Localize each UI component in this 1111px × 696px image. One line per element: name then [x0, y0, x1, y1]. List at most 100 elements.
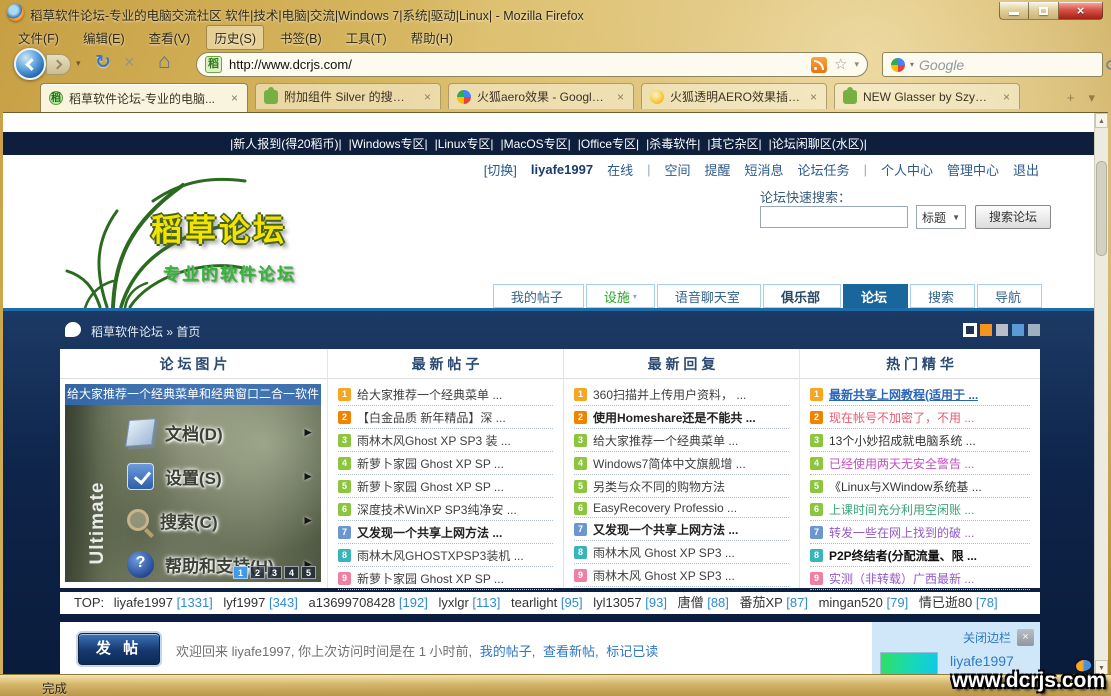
slideshow-caption[interactable]: 给大家推荐一个经典菜单和经典窗口二合一软件	[65, 384, 321, 405]
quick-search-input[interactable]	[760, 206, 908, 228]
thread-title-link[interactable]: 新萝卜家园 Ghost XP SP ...	[357, 478, 504, 495]
thread-title-link[interactable]: 雨林木风 Ghost XP SP3 ...	[593, 544, 735, 561]
browser-tab[interactable]: NEW Glasser by Szyme... ×	[834, 83, 1020, 109]
new-tab-button[interactable]: +	[1067, 90, 1075, 106]
page-scrollbar[interactable]: ▲ ▼	[1094, 113, 1108, 674]
user-menu-link[interactable]: 论坛任务	[798, 160, 850, 179]
scroll-up-icon[interactable]: ▲	[1095, 113, 1108, 128]
top-user[interactable]: 唐僧 [88]	[678, 595, 729, 610]
slideshow-page-button[interactable]: 5	[301, 566, 316, 579]
thread-title-link[interactable]: 雨林木风 Ghost XP SP3 ...	[593, 567, 735, 584]
scrollbar-thumb[interactable]	[1096, 161, 1107, 256]
thread-list-item[interactable]: 1 给大家推荐一个经典菜单 ...	[338, 383, 553, 406]
thread-list-item[interactable]: 6 上课时间充分利用空闲账 ...	[810, 498, 1030, 521]
tab-close-icon[interactable]: ×	[421, 90, 434, 104]
thread-list-item[interactable]: 9 雨林木风 Ghost XP SP3 ...	[574, 564, 789, 587]
thread-title-link[interactable]: 另类与众不同的购物方法	[593, 478, 725, 495]
forum-logo-title[interactable]: 稻草论坛	[151, 205, 287, 250]
top-user[interactable]: lyxlgr [113]	[438, 595, 500, 610]
close-sidebar-icon[interactable]: ×	[1017, 629, 1034, 646]
thread-list-item[interactable]: 4 已经使用两天无安全警告 ...	[810, 452, 1030, 475]
switch-account-link[interactable]: [切换]	[484, 160, 517, 179]
search-bar[interactable]: ▾	[882, 52, 1103, 77]
thread-title-link[interactable]: 深度技术WinXP SP3纯净安 ...	[357, 501, 517, 518]
slideshow-page-button[interactable]: 4	[284, 566, 299, 579]
thread-list-item[interactable]: 3 雨林木风Ghost XP SP3 装 ...	[338, 429, 553, 452]
forum-section-link[interactable]: |Office专区|	[578, 135, 639, 152]
top-user[interactable]: mingan520 [79]	[819, 595, 909, 610]
thread-list-item[interactable]: 4 Windows7简体中文旗舰增 ...	[574, 452, 789, 475]
tab-close-icon[interactable]: ×	[228, 91, 241, 105]
top-user[interactable]: liyafe1997 [1331]	[114, 595, 213, 610]
thread-title-link[interactable]: 最新共享上网教程(适用于 ...	[829, 386, 978, 403]
thread-list-item[interactable]: 1 360扫描并上传用户资料， ...	[574, 383, 789, 406]
url-bar[interactable]: 稻 ☆ ▾	[196, 52, 868, 77]
forum-section-link[interactable]: |杀毒软件|	[646, 135, 700, 152]
menu-item[interactable]: 查看(V)	[141, 25, 199, 50]
menu-item[interactable]: 工具(T)	[338, 25, 395, 50]
user-menu-link[interactable]: 短消息	[745, 160, 784, 179]
welcome-link[interactable]: 标记已读	[606, 644, 658, 659]
style-switcher-swatch[interactable]	[1012, 324, 1024, 336]
thread-title-link[interactable]: 给大家推荐一个经典菜单 ...	[593, 432, 738, 449]
web-search-input[interactable]	[919, 57, 1101, 73]
thread-list-item[interactable]: 2 【白金品质 新年精品】深 ...	[338, 406, 553, 429]
thread-title-link[interactable]: 给大家推荐一个经典菜单 ...	[357, 386, 502, 403]
thread-list-item[interactable]: 9 实测（非转载）广西最新 ...	[810, 567, 1030, 590]
thread-title-link[interactable]: P2P终结者(分配流量、限 ...	[829, 547, 977, 564]
forum-section-link[interactable]: |MacOS专区|	[501, 135, 571, 152]
thread-list-item[interactable]: 1 最新共享上网教程(适用于 ...	[810, 383, 1030, 406]
user-menu-link[interactable]: 空间	[665, 160, 691, 179]
reload-button[interactable]: ↻	[95, 51, 111, 74]
top-user[interactable]: lyl13057 [93]	[593, 595, 667, 610]
thread-title-link[interactable]: 【白金品质 新年精品】深 ...	[357, 409, 506, 426]
forum-section-link[interactable]: |新人报到(得20稻币)|	[230, 135, 342, 152]
slideshow-page-button[interactable]: 1	[233, 566, 248, 579]
home-button[interactable]: ⌂	[158, 50, 171, 74]
thread-list-item[interactable]: 5 《Linux与XWindow系统基 ...	[810, 475, 1030, 498]
top-user[interactable]: 番茄XP [87]	[740, 595, 808, 610]
tab-close-icon[interactable]: ×	[614, 90, 627, 104]
forward-button[interactable]	[46, 54, 71, 75]
browser-tab[interactable]: 火狐aero效果 - Google ... ×	[448, 83, 634, 109]
thread-title-link[interactable]: 现在帐号不加密了，不用 ...	[829, 409, 974, 426]
menu-item[interactable]: 书签(B)	[272, 25, 330, 50]
user-menu-link[interactable]: 个人中心	[881, 160, 933, 179]
search-magnifier-icon[interactable]	[1106, 60, 1111, 70]
user-menu-link[interactable]: 提醒	[705, 160, 731, 179]
style-switcher-swatch[interactable]	[964, 324, 976, 336]
thread-list-item[interactable]: 5 另类与众不同的购物方法	[574, 475, 789, 498]
thread-list-item[interactable]: 7 转发一些在网上找到的破 ...	[810, 521, 1030, 544]
site-nav-tab[interactable]: 我的帖子	[493, 284, 584, 308]
welcome-link[interactable]: 查看新帖,	[543, 644, 599, 659]
style-switcher-swatch[interactable]	[996, 324, 1008, 336]
thread-list-item[interactable]: 4 新萝卜家园 Ghost XP SP ...	[338, 452, 553, 475]
thread-list-item[interactable]: 2 使用Homeshare还是不能共 ...	[574, 406, 789, 429]
thread-title-link[interactable]: 《Linux与XWindow系统基 ...	[829, 478, 982, 495]
thread-list-item[interactable]: 8 雨林木风 Ghost XP SP3 ...	[574, 541, 789, 564]
thread-title-link[interactable]: 使用Homeshare还是不能共 ...	[593, 409, 756, 426]
menu-item[interactable]: 文件(F)	[10, 25, 67, 50]
thread-list-item[interactable]: 8 P2P终结者(分配流量、限 ...	[810, 544, 1030, 567]
breadcrumb-site[interactable]: 稻草软件论坛	[91, 325, 163, 339]
new-post-button[interactable]: 发 帖	[78, 633, 160, 665]
user-menu-link[interactable]: 退出	[1013, 160, 1039, 179]
thread-list-item[interactable]: 7 又发现一个共享上网方法 ...	[338, 521, 553, 544]
browser-tab[interactable]: 火狐透明AERO效果插件~... ×	[641, 83, 827, 109]
forum-section-link[interactable]: |论坛闲聊区(水区)|	[769, 135, 867, 152]
thread-list-item[interactable]: 9 新萝卜家园 Ghost XP SP ...	[338, 567, 553, 590]
user-menu-link[interactable]: 管理中心	[947, 160, 999, 179]
menu-item[interactable]: 历史(S)	[206, 25, 264, 50]
thread-list-item[interactable]: 5 新萝卜家园 Ghost XP SP ...	[338, 475, 553, 498]
search-engine-dropdown-icon[interactable]: ▾	[910, 60, 914, 69]
window-titlebar[interactable]: 稻草软件论坛-专业的电脑交流社区 软件|技术|电脑|交流|Windows 7|系…	[0, 0, 1111, 26]
thread-title-link[interactable]: EasyRecovery Professio ...	[593, 501, 737, 515]
site-nav-tab[interactable]: 语音聊天室	[657, 284, 761, 308]
thread-title-link[interactable]: 转发一些在网上找到的破 ...	[829, 524, 974, 541]
thread-title-link[interactable]: 上课时间充分利用空闲账 ...	[829, 501, 974, 518]
forum-section-link[interactable]: |其它杂区|	[707, 135, 761, 152]
thread-title-link[interactable]: 新萝卜家园 Ghost XP SP ...	[357, 455, 504, 472]
top-user[interactable]: tearlight [95]	[511, 595, 583, 610]
url-input[interactable]	[229, 57, 804, 72]
thread-list-item[interactable]: 3 13个小妙招成就电脑系统 ...	[810, 429, 1030, 452]
